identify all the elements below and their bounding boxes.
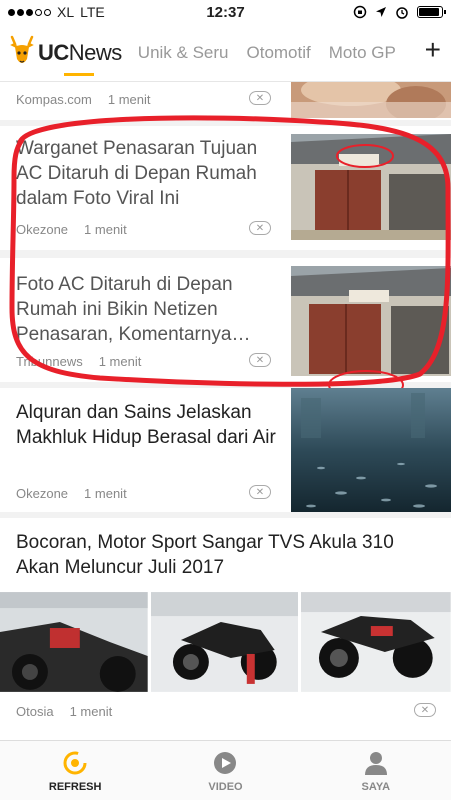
refresh-icon	[63, 751, 87, 774]
plus-icon[interactable]: +	[425, 36, 441, 64]
rotation-lock-icon	[353, 5, 367, 19]
list-item[interactable]: Bocoran, Motor Sport Sangar TVS Akula 31…	[0, 518, 451, 740]
app-header: UCNews Unik & Seru Otomotif Moto GP +	[0, 24, 451, 82]
tab-moto-gp[interactable]: Moto GP	[329, 43, 396, 63]
user-icon	[364, 751, 387, 775]
article-time: 1 menit	[69, 704, 113, 719]
dislike-icon[interactable]: ✕	[249, 485, 271, 499]
tab-otomotif[interactable]: Otomotif	[247, 43, 311, 63]
nav-saya-label: SAYA	[361, 780, 391, 793]
nav-refresh-label: REFRESH	[48, 780, 102, 793]
nav-refresh[interactable]: REFRESH	[0, 741, 150, 800]
article-source: Okezone	[16, 486, 69, 501]
gallery-image	[301, 592, 451, 692]
nav-saya[interactable]: SAYA	[301, 741, 451, 800]
status-icons	[353, 5, 446, 19]
status-bar: XL LTE 12:37	[0, 0, 451, 24]
battery-icon	[417, 6, 446, 18]
news-feed[interactable]: Kompas.com 1 menit ✕ Warganet Penasaran …	[0, 82, 451, 740]
article-title: Alquran dan Sains Jelaskan Makhluk Hidup…	[16, 402, 276, 448]
article-source: Kompas.com	[16, 92, 92, 107]
dislike-icon[interactable]: ✕	[249, 91, 271, 105]
article-meta: Otosia 1 menit	[16, 704, 112, 719]
logo-text: UCNews	[38, 39, 122, 65]
article-title: Bocoran, Motor Sport Sangar TVS Akula 31…	[16, 532, 394, 578]
dislike-icon[interactable]: ✕	[414, 703, 436, 717]
ucnews-logo[interactable]: UCNews	[8, 24, 122, 82]
alarm-icon	[396, 7, 408, 19]
article-thumbnail	[291, 388, 451, 512]
gallery-image	[0, 592, 148, 692]
article-meta: Kompas.com 1 menit	[16, 92, 151, 107]
active-tab-indicator	[64, 72, 94, 76]
video-play-icon	[214, 751, 237, 774]
annotation-loop	[9, 115, 451, 387]
tab-unik-seru[interactable]: Unik & Seru	[138, 43, 229, 63]
nav-video[interactable]: VIDEO	[150, 741, 300, 800]
list-item[interactable]: Alquran dan Sains Jelaskan Makhluk Hidup…	[0, 388, 451, 512]
bottom-nav: REFRESH VIDEO SAYA	[0, 740, 451, 800]
category-tabs: Unik & Seru Otomotif Moto GP	[138, 43, 410, 63]
nav-video-label: VIDEO	[208, 780, 243, 793]
article-source: Otosia	[16, 704, 54, 719]
gallery-image	[150, 592, 299, 692]
article-time: 1 menit	[84, 486, 127, 501]
article-time: 1 menit	[107, 92, 151, 107]
deer-logo-icon	[10, 35, 34, 63]
location-arrow-icon	[376, 7, 386, 17]
article-meta: Okezone 1 menit	[16, 486, 127, 501]
article-gallery	[0, 592, 451, 692]
